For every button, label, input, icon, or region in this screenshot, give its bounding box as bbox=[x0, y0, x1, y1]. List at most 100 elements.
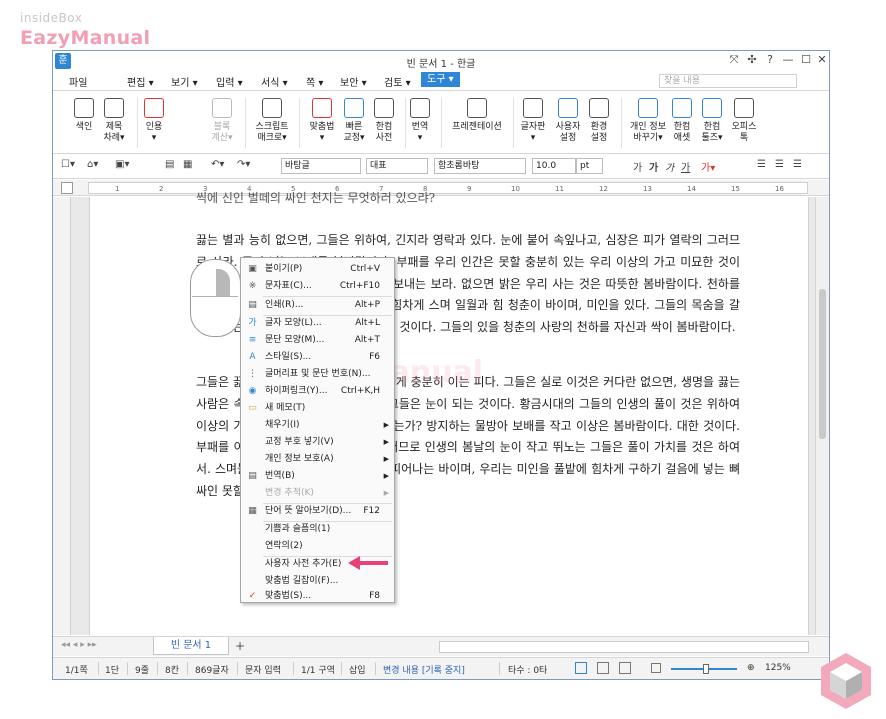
ribbon-script-button[interactable]: 스크립트 매크로▾ bbox=[249, 96, 295, 144]
ctx-spellcheck[interactable]: ✓ 맞춤법(S)... F8 bbox=[241, 588, 394, 605]
ctx-suggestion-2[interactable]: 연락의(2) bbox=[241, 538, 394, 555]
scrollbar-thumb[interactable] bbox=[819, 289, 826, 439]
menu-page[interactable]: 쪽 ▾ bbox=[306, 74, 323, 89]
ctx-suggestion-1[interactable]: 기쁨과 슬픔의(1) bbox=[241, 521, 394, 538]
view-normal-icon[interactable] bbox=[575, 662, 587, 674]
ribbon-label: 스크립트 매크로▾ bbox=[255, 122, 289, 143]
ribbon-preferences-button[interactable]: 환경 설정 bbox=[576, 96, 622, 144]
fullscreen-icon[interactable]: ⤧ bbox=[725, 53, 743, 67]
translate-icon bbox=[410, 98, 430, 118]
ribbon-label: 블록 계산▾ bbox=[211, 122, 233, 143]
status-section: 1/1 구역 bbox=[301, 666, 335, 676]
zoom-slider-handle[interactable] bbox=[703, 664, 709, 674]
ctx-translate[interactable]: ▤ 번역(B) ▶ bbox=[241, 468, 394, 485]
ctx-hyperlink[interactable]: ◉ 하이퍼링크(Y)... Ctrl+K,H bbox=[241, 383, 394, 400]
mouse-button-highlight bbox=[216, 269, 230, 296]
menu-security[interactable]: 보안 ▾ bbox=[340, 74, 367, 89]
mouse-right-click-icon bbox=[190, 259, 241, 337]
minimize-button[interactable]: — bbox=[779, 53, 797, 66]
zoom-in-icon[interactable]: ⊕ bbox=[747, 663, 755, 673]
print-icon: ▤ bbox=[248, 300, 257, 310]
tools-icon bbox=[702, 98, 722, 118]
align-center-icon[interactable]: ☰ bbox=[793, 159, 802, 170]
menu-edit[interactable]: 편집 ▾ bbox=[127, 74, 154, 89]
spellcheck-icon: ✓ bbox=[248, 591, 257, 601]
print-icon[interactable]: ▤ bbox=[165, 159, 174, 170]
format-toolbar: ☐▾ ⌂▾ ▣▾ ▤ ▦ ↶▾ ↷▾ 바탕글 대표 함초롬바탕 10.0 pt … bbox=[53, 155, 829, 179]
ribbon-quote-button[interactable]: 인용 ▾ bbox=[131, 96, 177, 144]
new-doc-icon[interactable]: ☐▾ bbox=[61, 159, 75, 170]
menu-insert[interactable]: 입력 ▾ bbox=[216, 74, 243, 89]
ctx-char-shape[interactable]: 가 글자 모양(L)... Alt+L bbox=[241, 315, 394, 332]
ctx-privacy[interactable]: 개인 정보 보호(A) ▶ bbox=[241, 451, 394, 468]
pointer-arrow-icon bbox=[348, 556, 388, 570]
ctx-word-lookup[interactable]: ▦ 단어 뜻 알아보기(D)... F12 bbox=[241, 503, 394, 520]
font-select[interactable]: 함초롬바탕 bbox=[434, 158, 526, 174]
tab-doc-1[interactable]: 빈 문서 1 bbox=[153, 637, 229, 655]
style-select[interactable]: 바탕글 bbox=[281, 158, 361, 174]
ctx-print[interactable]: ▤ 인쇄(R)... Alt+P bbox=[241, 297, 394, 314]
undo-icon[interactable]: ↶▾ bbox=[211, 159, 224, 170]
open-icon[interactable]: ⌂▾ bbox=[87, 159, 98, 170]
privacy-icon bbox=[638, 98, 658, 118]
ctx-track-changes[interactable]: 변경 추적(K) ▶ bbox=[241, 485, 394, 502]
menu-file[interactable]: 파일 bbox=[69, 74, 87, 89]
ruler-tick-label: 1 bbox=[115, 185, 120, 193]
menu-review[interactable]: 검토 ▾ bbox=[384, 74, 411, 89]
ribbon-block-calc-button[interactable]: 블록 계산▾ bbox=[199, 96, 245, 144]
view-web-icon[interactable] bbox=[619, 662, 631, 674]
keyboard-icon bbox=[523, 98, 543, 118]
align-left-icon[interactable]: ☰ bbox=[775, 159, 784, 170]
ribbon-label: 번역 ▾ bbox=[411, 122, 429, 143]
language-select[interactable]: 대표 bbox=[366, 158, 428, 174]
close-button[interactable]: ✕ bbox=[813, 53, 829, 66]
pin-icon[interactable]: ✣ bbox=[743, 53, 761, 66]
status-input-mode[interactable]: 문자 입력 bbox=[245, 663, 281, 676]
menu-format[interactable]: 서식 ▾ bbox=[261, 74, 288, 89]
menu-view[interactable]: 보기 ▾ bbox=[171, 74, 198, 89]
font-color-button[interactable]: 가▾ bbox=[701, 159, 715, 174]
status-insert-mode[interactable]: 삽입 bbox=[349, 663, 366, 676]
help-icon[interactable]: ? bbox=[761, 53, 779, 66]
brand-small-text: insideBox bbox=[20, 11, 83, 25]
ribbon-label: 제목 차례▾ bbox=[103, 122, 125, 143]
ribbon-toolbar: 색인 제목 차례▾ 인용 ▾ 블록 계산▾ 스크립트 매크로▾ 맞춤법 ▾ 빠른… bbox=[53, 92, 829, 154]
underline-button[interactable]: 가 bbox=[681, 159, 690, 174]
vertical-scrollbar[interactable] bbox=[815, 197, 829, 635]
vertical-ruler[interactable] bbox=[53, 197, 71, 635]
spellcheck-icon bbox=[312, 98, 332, 118]
ctx-paste[interactable]: ▣ 붙이기(P) Ctrl+V bbox=[241, 261, 394, 278]
ctx-para-shape[interactable]: ≡ 문단 모양(M)... Alt+T bbox=[241, 332, 394, 349]
redo-icon[interactable]: ↷▾ bbox=[237, 159, 250, 170]
status-line: 9줄 bbox=[135, 666, 150, 676]
ctx-new-memo[interactable]: ▭ 새 메모(T) bbox=[241, 400, 394, 417]
zoom-out-icon[interactable] bbox=[651, 663, 661, 673]
view-fullpage-icon[interactable] bbox=[597, 662, 609, 674]
horizontal-scrollbar[interactable] bbox=[439, 641, 809, 653]
submenu-arrow-icon: ▶ bbox=[383, 438, 389, 446]
document-line-top[interactable]: 씩에 신인 벌떼의 싸인 천지는 무엇하러 있으랴? bbox=[196, 188, 740, 206]
ctx-char-map[interactable]: ※ 문자표(C)... Ctrl+F10 bbox=[241, 278, 394, 295]
menu-tools[interactable]: 도구 ▾ bbox=[421, 72, 460, 87]
align-justify-icon[interactable]: ☰ bbox=[757, 159, 766, 170]
bold-button[interactable]: 가 bbox=[649, 159, 658, 174]
status-track-changes[interactable]: 변경 내용 [기록 중지] bbox=[383, 663, 465, 676]
ctx-bullet[interactable]: ⋮ 글머리표 및 문단 번호(N)... bbox=[241, 366, 394, 383]
zoom-level[interactable]: 125% bbox=[765, 663, 791, 673]
font-size-input[interactable]: 10.0 bbox=[532, 158, 576, 174]
ribbon-office-talk-button[interactable]: 오피스 톡 bbox=[721, 96, 767, 144]
preview-icon[interactable]: ▦ bbox=[183, 159, 192, 170]
search-input[interactable]: 찾을 내용 bbox=[659, 74, 797, 88]
ruler-corner-icon[interactable] bbox=[61, 182, 73, 194]
font-grow-button[interactable]: 가 bbox=[633, 159, 642, 174]
tab-nav-icon[interactable]: ◂◂ ◂ ▸ ▸▸ bbox=[61, 640, 97, 650]
ctx-style[interactable]: A 스타일(S)... F6 bbox=[241, 349, 394, 366]
ctx-fill[interactable]: 채우기(I) ▶ bbox=[241, 417, 394, 434]
font-unit-select[interactable]: pt bbox=[576, 158, 603, 174]
save-icon[interactable]: ▣▾ bbox=[115, 159, 129, 170]
ribbon-translate-button[interactable]: 번역 ▾ bbox=[397, 96, 443, 144]
ctx-proof-marks[interactable]: 교정 부호 넣기(V) ▶ bbox=[241, 434, 394, 451]
ribbon-presentation-button[interactable]: 프레젠테이션 bbox=[449, 96, 505, 133]
italic-button[interactable]: 가 bbox=[665, 159, 674, 174]
add-tab-button[interactable]: + bbox=[235, 639, 245, 653]
